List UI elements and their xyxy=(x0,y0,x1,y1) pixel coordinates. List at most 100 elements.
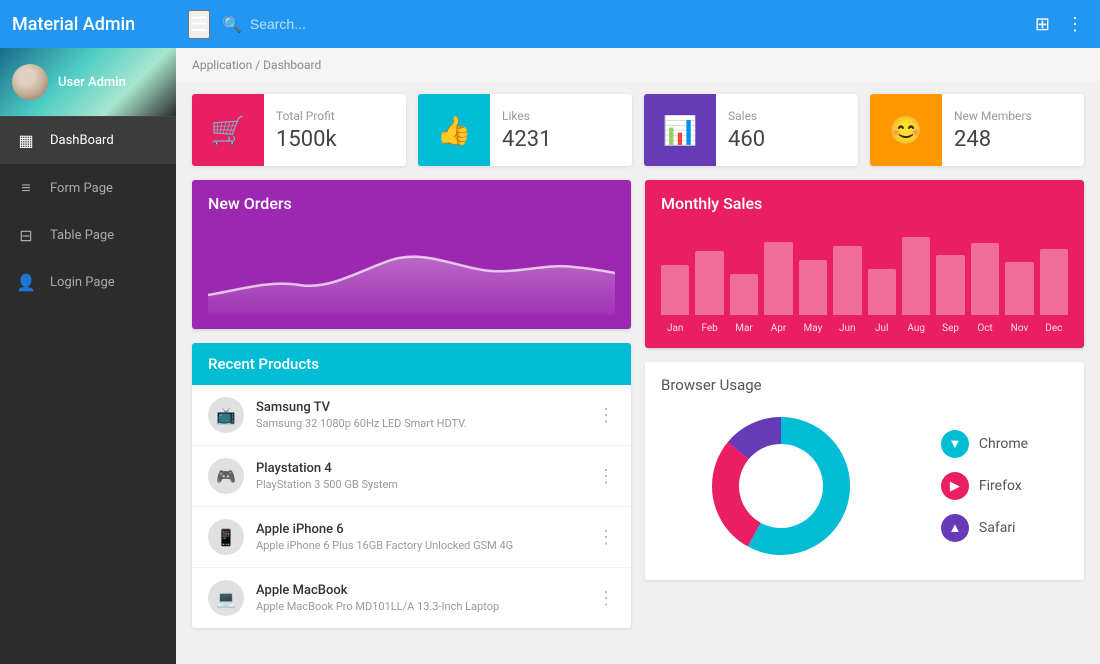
legend-chrome: ▼ Chrome xyxy=(941,430,1028,458)
content-inner: 🛒 Total Profit 1500k 👍 Likes 4231 📊 xyxy=(176,82,1100,640)
bar-col-sep xyxy=(936,255,964,315)
bar-label-mar: Mar xyxy=(730,323,758,334)
chrome-dot: ▼ xyxy=(941,430,969,458)
browser-usage-card: Browser Usage xyxy=(645,362,1084,580)
avatar-image xyxy=(12,64,48,100)
sidebar-item-dashboard[interactable]: ▦ DashBoard xyxy=(0,117,176,164)
product-list: 📺 Samsung TV Samsung 32 1080p 60Hz LED S… xyxy=(192,385,631,628)
product-more-iphone[interactable]: ⋮ xyxy=(597,527,615,548)
recent-products-header: Recent Products xyxy=(192,343,631,385)
more-icon-button[interactable]: ⋮ xyxy=(1062,10,1088,39)
likes-label: Likes xyxy=(502,109,551,123)
content: Application / Dashboard 🛒 Total Profit 1… xyxy=(176,48,1100,664)
new-orders-card: New Orders xyxy=(192,180,631,329)
sidebar-item-login-label: Login Page xyxy=(50,275,115,290)
form-icon: ≡ xyxy=(16,178,36,198)
product-item-1: 🎮 Playstation 4 PlayStation 3 500 GB Sys… xyxy=(192,446,631,507)
bar-col-apr xyxy=(764,242,792,315)
product-icon-iphone: 📱 xyxy=(208,519,244,555)
stat-card-new-members: 😊 New Members 248 xyxy=(870,94,1084,166)
total-profit-info: Total Profit 1500k xyxy=(264,94,349,166)
dashboard-icon: ▦ xyxy=(16,131,36,150)
avatar xyxy=(12,64,48,100)
topbar-actions: ⊞ ⋮ xyxy=(1031,10,1088,39)
grid-icon-button[interactable]: ⊞ xyxy=(1031,10,1054,39)
product-desc-tv: Samsung 32 1080p 60Hz LED Smart HDTV. xyxy=(256,417,597,430)
main-layout: User Admin ▦ DashBoard ≡ Form Page ⊟ Tab… xyxy=(0,48,1100,664)
firefox-dot: ▶ xyxy=(941,472,969,500)
bar-rect xyxy=(730,274,758,315)
product-name-tv: Samsung TV xyxy=(256,400,597,415)
sidebar-item-dashboard-label: DashBoard xyxy=(50,133,114,148)
stat-card-sales: 📊 Sales 460 xyxy=(644,94,858,166)
likes-info: Likes 4231 xyxy=(490,94,563,166)
new-members-label: New Members xyxy=(954,109,1032,123)
bar-label-dec: Dec xyxy=(1040,323,1068,334)
likes-icon: 👍 xyxy=(418,94,490,166)
product-item-2: 📱 Apple iPhone 6 Apple iPhone 6 Plus 16G… xyxy=(192,507,631,568)
product-more-ps4[interactable]: ⋮ xyxy=(597,466,615,487)
safari-dot: ▲ xyxy=(941,514,969,542)
new-members-value: 248 xyxy=(954,127,1032,152)
sidebar-item-login-page[interactable]: 👤 Login Page xyxy=(0,259,176,306)
sparkline-chart xyxy=(208,225,615,315)
total-profit-icon: 🛒 xyxy=(192,94,264,166)
bar-rect xyxy=(902,237,930,315)
bar-col-nov xyxy=(1005,262,1033,315)
bar-rect xyxy=(936,255,964,315)
sales-value: 460 xyxy=(728,127,765,152)
sidebar-item-form-page[interactable]: ≡ Form Page xyxy=(0,164,176,212)
sidebar-username: User Admin xyxy=(58,75,126,90)
product-info-macbook: Apple MacBook Apple MacBook Pro MD101LL/… xyxy=(256,583,597,613)
product-name-iphone: Apple iPhone 6 xyxy=(256,522,597,537)
sidebar-nav: ▦ DashBoard ≡ Form Page ⊟ Table Page 👤 L… xyxy=(0,117,176,664)
bar-col-mar xyxy=(730,274,758,315)
legend-firefox: ▶ Firefox xyxy=(941,472,1028,500)
product-more-tv[interactable]: ⋮ xyxy=(597,405,615,426)
bar-col-aug xyxy=(902,237,930,315)
product-icon-tv: 📺 xyxy=(208,397,244,433)
sales-info: Sales 460 xyxy=(716,94,777,166)
search-bar: 🔍 xyxy=(222,15,1031,34)
bar-label-jun: Jun xyxy=(833,323,861,334)
bar-label-apr: Apr xyxy=(764,323,792,334)
donut-chart xyxy=(701,406,861,566)
browser-legend: ▼ Chrome ▶ Firefox ▲ Safari xyxy=(941,430,1028,542)
product-item-3: 💻 Apple MacBook Apple MacBook Pro MD101L… xyxy=(192,568,631,628)
right-column: Monthly Sales JanFebMarAprMayJunJulAugSe… xyxy=(645,180,1084,628)
product-desc-ps4: PlayStation 3 500 GB System xyxy=(256,478,597,491)
bar-col-jun xyxy=(833,246,861,315)
bar-rect xyxy=(799,260,827,315)
left-column: New Orders xyxy=(192,180,631,628)
monthly-sales-card: Monthly Sales JanFebMarAprMayJunJulAugSe… xyxy=(645,180,1084,348)
bar-col-oct xyxy=(971,243,999,315)
two-column-layout: New Orders xyxy=(192,180,1084,628)
product-desc-macbook: Apple MacBook Pro MD101LL/A 13.3-Inch La… xyxy=(256,600,597,613)
sidebar-item-table-page[interactable]: ⊟ Table Page xyxy=(0,212,176,259)
safari-label: Safari xyxy=(979,520,1016,536)
sales-icon: 📊 xyxy=(644,94,716,166)
bar-label-oct: Oct xyxy=(971,323,999,334)
product-item-0: 📺 Samsung TV Samsung 32 1080p 60Hz LED S… xyxy=(192,385,631,446)
bar-col-dec xyxy=(1040,249,1068,315)
product-desc-iphone: Apple iPhone 6 Plus 16GB Factory Unlocke… xyxy=(256,539,597,552)
menu-icon[interactable]: ☰ xyxy=(188,10,210,39)
person-icon: 👤 xyxy=(16,273,36,292)
bar-rect xyxy=(971,243,999,315)
recent-products-card: Recent Products 📺 Samsung TV Samsung 32 … xyxy=(192,343,631,628)
sidebar-item-table-label: Table Page xyxy=(50,228,114,243)
bar-col-may xyxy=(799,260,827,315)
product-more-macbook[interactable]: ⋮ xyxy=(597,588,615,609)
recent-products-title: Recent Products xyxy=(208,355,615,373)
bar-col-jan xyxy=(661,265,689,315)
sidebar-user: User Admin xyxy=(0,48,176,117)
bar-chart xyxy=(661,225,1068,315)
product-name-ps4: Playstation 4 xyxy=(256,461,597,476)
new-members-icon: 😊 xyxy=(870,94,942,166)
chrome-label: Chrome xyxy=(979,436,1028,452)
browser-usage-title: Browser Usage xyxy=(661,376,1068,394)
product-info-ps4: Playstation 4 PlayStation 3 500 GB Syste… xyxy=(256,461,597,491)
bar-rect xyxy=(661,265,689,315)
search-input[interactable] xyxy=(250,16,1031,32)
bar-label-jan: Jan xyxy=(661,323,689,334)
